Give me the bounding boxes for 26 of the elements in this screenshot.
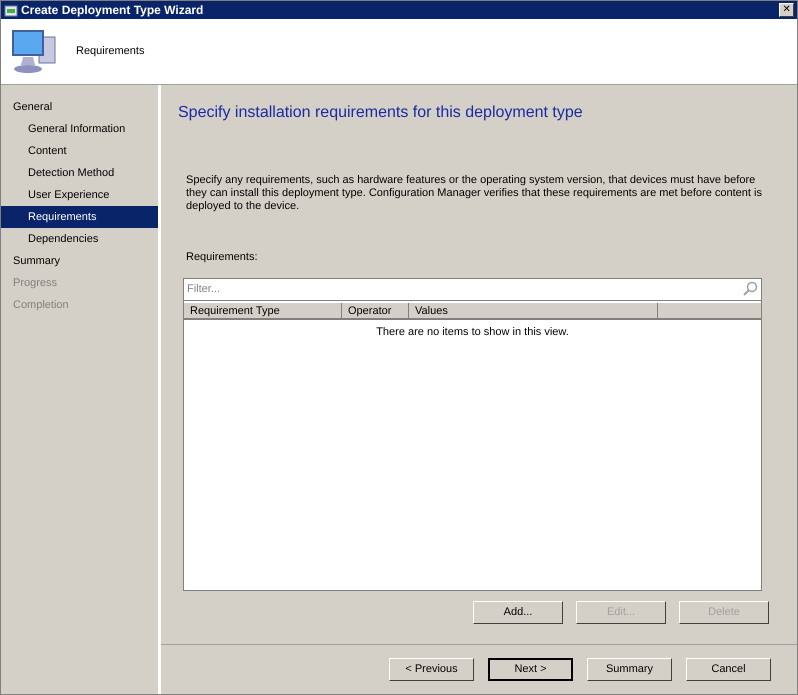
wizard-button[interactable]: Summary — [587, 658, 672, 681]
list-label: Requirements: — [186, 250, 259, 265]
empty-list-message: There are no items to show in this view. — [375, 324, 570, 340]
nav-item[interactable]: Requirements — [1, 206, 158, 228]
nav-item[interactable]: User Experience — [1, 184, 158, 206]
wizard-button[interactable]: < Previous — [389, 658, 474, 681]
column-header[interactable]: Requirement Type — [184, 302, 342, 318]
nav-item[interactable]: General — [1, 96, 158, 118]
page-title: Requirements — [76, 44, 144, 60]
nav-item[interactable]: Detection Method — [1, 162, 158, 184]
column-header[interactable]: Values — [409, 302, 658, 318]
nav-item[interactable]: Summary — [1, 250, 158, 272]
description-text: Specify any requirements, such as hardware features or the operating system version, that devices must have before they can install this deployment type. Configuration Manager verifies that these requirements are met before content is deployed to the device. — [186, 174, 762, 213]
page-heading: Specify installation requirements for this deployment type — [178, 103, 584, 123]
window-icon — [4, 3, 18, 17]
column-header[interactable]: Operator — [342, 302, 409, 318]
action-button[interactable]: Add... — [473, 600, 563, 624]
wizard-button[interactable]: Cancel — [686, 658, 771, 681]
nav-item[interactable]: Content — [1, 140, 158, 162]
nav-item[interactable]: Dependencies — [1, 228, 158, 250]
search-icon — [742, 281, 758, 297]
wizard-button[interactable]: Next > — [488, 658, 573, 681]
filter-field[interactable]: Filter... — [187, 280, 742, 298]
nav-item[interactable]: General Information — [1, 118, 158, 140]
window-title: Create Deployment Type Wizard — [21, 2, 204, 19]
close-button[interactable]: ✕ — [779, 3, 794, 17]
